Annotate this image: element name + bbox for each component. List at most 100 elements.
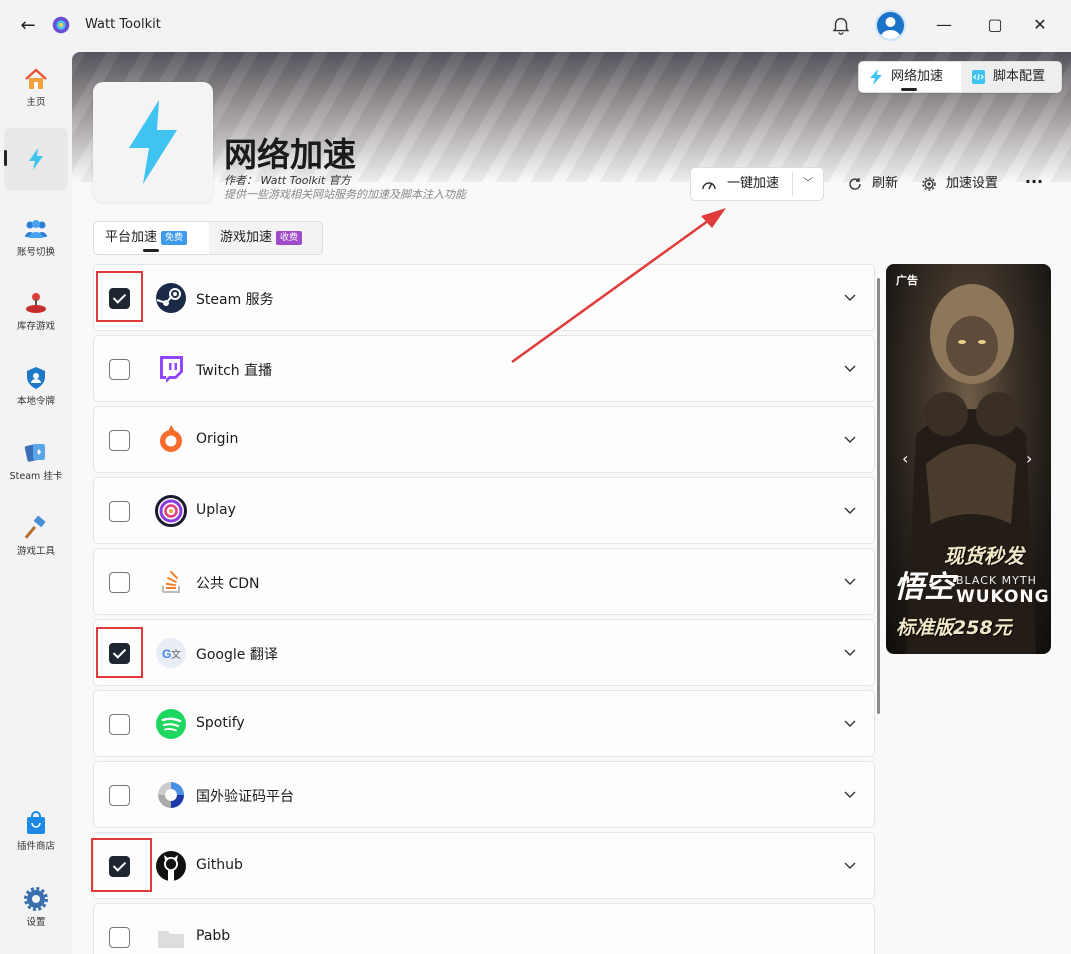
refresh-icon [849, 178, 861, 190]
chevron-down-icon[interactable] [842, 431, 858, 447]
gear-icon [24, 887, 48, 911]
folder-icon [158, 931, 184, 948]
bell-icon[interactable] [830, 14, 852, 36]
mode-script-config-button[interactable]: 脚本配置 [961, 62, 1061, 92]
mode-toggle: 网络加速 脚本配置 [858, 61, 1062, 93]
joystick-icon [26, 293, 46, 313]
service-name: Google 翻译 [196, 647, 278, 663]
page-title: 网络加速 [224, 135, 356, 174]
refresh-button[interactable]: 刷新 [844, 173, 898, 195]
one-click-accelerate-button[interactable]: 一键加速 [691, 168, 792, 200]
chevron-right-icon[interactable]: › [1026, 449, 1032, 468]
hammer-icon [24, 515, 46, 539]
sidebar-item-local-token[interactable]: 本地令牌 [4, 357, 68, 419]
sidebar-item-settings[interactable]: 设置 [4, 878, 68, 940]
service-checkbox[interactable] [109, 501, 130, 522]
service-name: Origin [196, 431, 239, 447]
speedometer-icon [702, 182, 716, 190]
google-translate-icon: G文 [156, 638, 186, 668]
paid-badge: 收费 [276, 231, 303, 245]
svg-text:G: G [162, 647, 171, 661]
steam-icon [156, 283, 186, 313]
service-row-uplay[interactable]: Uplay [93, 477, 875, 544]
ad-text-blackmyth: BLACK MYTH [956, 574, 1037, 587]
sidebar-item-home[interactable]: 主页 [4, 58, 68, 120]
sidebar-item-library-games[interactable]: 库存游戏 [4, 282, 68, 344]
service-row-twitch[interactable]: Twitch 直播 [93, 335, 875, 402]
chevron-down-icon[interactable]: ﹀ [793, 168, 823, 200]
more-options-button[interactable]: ··· [1022, 173, 1046, 195]
svg-text:文: 文 [171, 648, 181, 661]
chevron-down-icon[interactable] [842, 289, 858, 305]
chevron-down-icon[interactable] [842, 502, 858, 518]
title-bar: ← Watt Toolkit — ▢ ✕ [0, 0, 1071, 52]
sidebar-item-network-accelerate[interactable] [4, 128, 68, 190]
recaptcha-icon [158, 782, 184, 808]
ad-banner[interactable]: 广告 ‹ › 悟空 现货秒发 BLACK MYTH WUKONG 标准版258元 [886, 264, 1051, 654]
service-name: Twitch 直播 [196, 363, 273, 379]
service-checkbox[interactable] [109, 359, 130, 380]
spotify-icon [156, 709, 186, 739]
service-row-origin[interactable]: Origin [93, 406, 875, 473]
service-row-github[interactable]: Github [93, 832, 875, 899]
ad-text-wukong: WUKONG [956, 587, 1050, 607]
cards-icon [24, 444, 45, 462]
back-arrow-icon[interactable]: ← [16, 14, 40, 38]
chevron-down-icon[interactable] [842, 360, 858, 376]
sidebar: 主页 账号切换 库存游戏 本地令牌 Steam 挂卡 游戏工具 插件商店 设置 [0, 52, 72, 954]
service-name: Uplay [196, 502, 236, 518]
plugin-logo-card [93, 82, 213, 202]
service-checkbox[interactable] [109, 927, 130, 948]
service-row-pabb[interactable]: Pabb [93, 903, 875, 954]
chevron-down-icon[interactable] [842, 786, 858, 802]
shield-user-icon [27, 367, 45, 389]
maximize-button[interactable]: ▢ [983, 13, 1007, 37]
ad-text-instock: 现货秒发 [944, 544, 1024, 568]
service-name: 公共 CDN [196, 576, 260, 592]
service-row-google-translate[interactable]: G文 Google 翻译 [93, 619, 875, 686]
service-checkbox[interactable] [109, 714, 130, 735]
free-badge: 免费 [161, 231, 188, 245]
sidebar-item-steam-idle[interactable]: Steam 挂卡 [4, 432, 68, 494]
chevron-down-icon[interactable] [842, 573, 858, 589]
chevron-left-icon[interactable]: ‹ [902, 449, 908, 468]
service-row-steam[interactable]: Steam 服务 [93, 264, 875, 331]
sidebar-item-game-tools[interactable]: 游戏工具 [4, 507, 68, 569]
chevron-down-icon[interactable] [842, 715, 858, 731]
lightning-icon [29, 148, 43, 170]
service-row-spotify[interactable]: Spotify [93, 690, 875, 757]
close-button[interactable]: ✕ [1028, 13, 1052, 37]
home-icon [25, 68, 47, 89]
service-name: Steam 服务 [196, 292, 274, 308]
twitch-icon [160, 356, 183, 383]
ad-text-price: 标准版258元 [896, 617, 1012, 639]
accelerate-type-tabs: 平台加速 免费 游戏加速 收费 [93, 221, 323, 255]
sidebar-item-plugin-store[interactable]: 插件商店 [4, 802, 68, 864]
shopping-bag-icon [27, 811, 45, 834]
chevron-down-icon[interactable] [842, 644, 858, 660]
service-name: Github [196, 857, 243, 873]
app-title: Watt Toolkit [85, 17, 161, 32]
minimize-button[interactable]: — [932, 13, 956, 37]
accelerate-settings-button[interactable]: 加速设置 [918, 173, 998, 195]
avatar[interactable] [875, 10, 906, 41]
scrollbar[interactable] [877, 278, 880, 714]
chevron-down-icon[interactable] [842, 857, 858, 873]
tab-active-indicator [143, 249, 159, 252]
service-row-public-cdn[interactable]: 公共 CDN [93, 548, 875, 615]
service-checkbox[interactable] [109, 572, 130, 593]
tab-game-accelerate[interactable]: 游戏加速 收费 [209, 222, 322, 254]
lightning-icon [870, 69, 882, 85]
service-name: Spotify [196, 715, 245, 731]
sidebar-item-account-switch[interactable]: 账号切换 [4, 208, 68, 270]
ad-label: 广告 [896, 274, 918, 287]
watt-toolkit-logo-icon [52, 16, 70, 34]
service-checkbox[interactable] [109, 430, 130, 451]
page-description: 提供一些游戏相关网站服务的加速及脚本注入功能 [224, 188, 466, 201]
github-icon [156, 851, 186, 881]
lightning-icon [129, 100, 177, 184]
service-row-captcha-platform[interactable]: 国外验证码平台 [93, 761, 875, 828]
mode-active-indicator [901, 88, 917, 91]
highlight-box [91, 838, 152, 892]
service-checkbox[interactable] [109, 785, 130, 806]
